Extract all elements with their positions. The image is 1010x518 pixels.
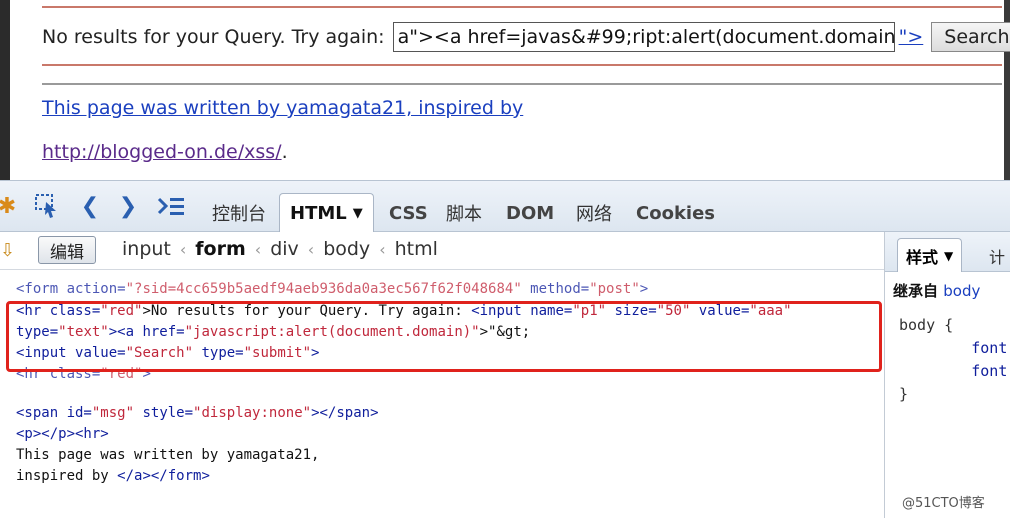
- tag-p-hr: <p></p><hr>: [16, 426, 109, 442]
- edit-button[interactable]: 编辑: [38, 236, 96, 264]
- tag-form-open: <form: [16, 281, 67, 297]
- style-panel-tabs: 样式 ▼ 计: [885, 232, 1010, 272]
- web-page: No results for your Query. Try again: a"…: [0, 0, 1010, 180]
- value-action: "?sid=4cc659b5aedf94aeb936da0a3ec567f62f…: [125, 281, 522, 297]
- crumb-html[interactable]: html: [395, 238, 438, 260]
- search-button[interactable]: Search: [931, 22, 1010, 52]
- forward-icon[interactable]: ❯: [116, 191, 140, 221]
- tab-cookies[interactable]: Cookies: [636, 193, 715, 233]
- rule-close: }: [899, 385, 909, 403]
- tab-style-label: 样式: [906, 247, 939, 267]
- crumb-separator-icon: ‹: [179, 239, 187, 259]
- attr-id: id=: [66, 405, 92, 421]
- tab-computed[interactable]: 计: [989, 244, 1005, 268]
- inherit-link[interactable]: body: [943, 282, 980, 300]
- tag-anchor-form-close: </a></form>: [117, 468, 210, 484]
- tab-css[interactable]: CSS: [389, 193, 428, 233]
- html-source-panel: <form action="?sid=4cc659b5aedf94aeb936d…: [0, 270, 884, 518]
- source-line-inspired[interactable]: inspired by </a></form>: [16, 466, 210, 487]
- style-panel: 样式 ▼ 计 继承自 body body { font font }: [884, 232, 1010, 518]
- tab-script[interactable]: 脚本: [446, 193, 482, 233]
- written-by-link[interactable]: This page was written by yamagata21, ins…: [42, 97, 523, 119]
- attr-action: action=: [66, 281, 126, 297]
- crumb-separator-icon: ‹: [379, 239, 386, 259]
- source-line-form[interactable]: <form action="?sid=4cc659b5aedf94aeb936d…: [16, 279, 648, 300]
- tab-net[interactable]: 网络: [576, 193, 612, 233]
- text-written-by: This page was written by yamagata21,: [16, 447, 320, 463]
- firebug-icon[interactable]: ✱: [0, 191, 18, 221]
- tag-close: >: [639, 281, 649, 297]
- source-line-p-hr[interactable]: <p></p><hr>: [16, 424, 109, 445]
- tab-html-label: HTML: [290, 203, 347, 224]
- tab-style-arrow-icon[interactable]: ▼: [944, 249, 953, 263]
- crumb-input[interactable]: input: [122, 238, 171, 260]
- rule-prop-2: font: [971, 362, 1008, 380]
- breadcrumb-path: input ‹ form ‹ div ‹ body ‹ html: [122, 238, 438, 260]
- crumb-div[interactable]: div: [270, 238, 299, 260]
- rule-selector: body {: [899, 316, 954, 334]
- attr-style: style=: [134, 405, 194, 421]
- crumb-separator-icon: ‹: [254, 239, 262, 259]
- red-divider-top: [42, 6, 1002, 8]
- command-line-icon[interactable]: [155, 191, 187, 221]
- gray-divider: [42, 83, 1002, 85]
- css-rule[interactable]: body { font font }: [899, 314, 1007, 406]
- no-results-label: No results for your Query. Try again:: [42, 26, 385, 48]
- source-line-span[interactable]: <span id="msg" style="display:none"></sp…: [16, 403, 379, 424]
- injected-link[interactable]: ">: [899, 26, 924, 48]
- watermark: @51CTO博客: [902, 496, 985, 511]
- tab-dom[interactable]: DOM: [506, 193, 554, 233]
- value-method: "post": [589, 281, 640, 297]
- red-divider-bottom: [42, 64, 1002, 66]
- window-left-edge: [0, 0, 10, 180]
- tab-html-arrow-icon[interactable]: ▼: [353, 206, 363, 221]
- attr-method: method=: [521, 281, 590, 297]
- value-style: "display:none": [193, 405, 312, 421]
- tab-html[interactable]: HTML ▼: [279, 193, 374, 233]
- tag-span: <span: [16, 405, 67, 421]
- crumb-separator-icon: ‹: [307, 239, 315, 259]
- blog-trailing: .: [281, 141, 288, 163]
- breadcrumb: ⇩ 编辑 input ‹ form ‹ div ‹ body ‹ html: [0, 232, 884, 270]
- text-inspired-by: inspired by: [16, 468, 118, 484]
- value-id: "msg": [91, 405, 135, 421]
- pin-icon[interactable]: ⇩: [0, 240, 15, 261]
- query-form: No results for your Query. Try again: a"…: [42, 20, 1010, 54]
- query-input[interactable]: a"><a href=javas&#99;ript:alert(document…: [392, 22, 895, 52]
- rule-prop-1: font: [971, 339, 1008, 357]
- tag-span-close: ></span>: [311, 405, 379, 421]
- inherit-label: 继承自: [893, 282, 939, 300]
- tab-console[interactable]: 控制台: [212, 193, 266, 233]
- inherited-from: 继承自 body: [893, 280, 980, 301]
- source-line-text[interactable]: This page was written by yamagata21,: [16, 445, 319, 466]
- back-icon[interactable]: ❮: [78, 191, 102, 221]
- blog-link[interactable]: http://blogged-on.de/xss/: [42, 141, 282, 163]
- tab-style[interactable]: 样式 ▼: [897, 238, 963, 272]
- crumb-body[interactable]: body: [323, 238, 370, 260]
- crumb-form[interactable]: form: [195, 238, 246, 260]
- highlight-box: [6, 301, 882, 372]
- inspect-icon[interactable]: [32, 191, 62, 221]
- devtools-toolbar: ✱ ❮ ❯ 控制台 HTML ▼ CSS 脚本 DOM 网络 Cookies: [0, 180, 1010, 233]
- blog-line: http://blogged-on.de/xss/.: [42, 141, 288, 163]
